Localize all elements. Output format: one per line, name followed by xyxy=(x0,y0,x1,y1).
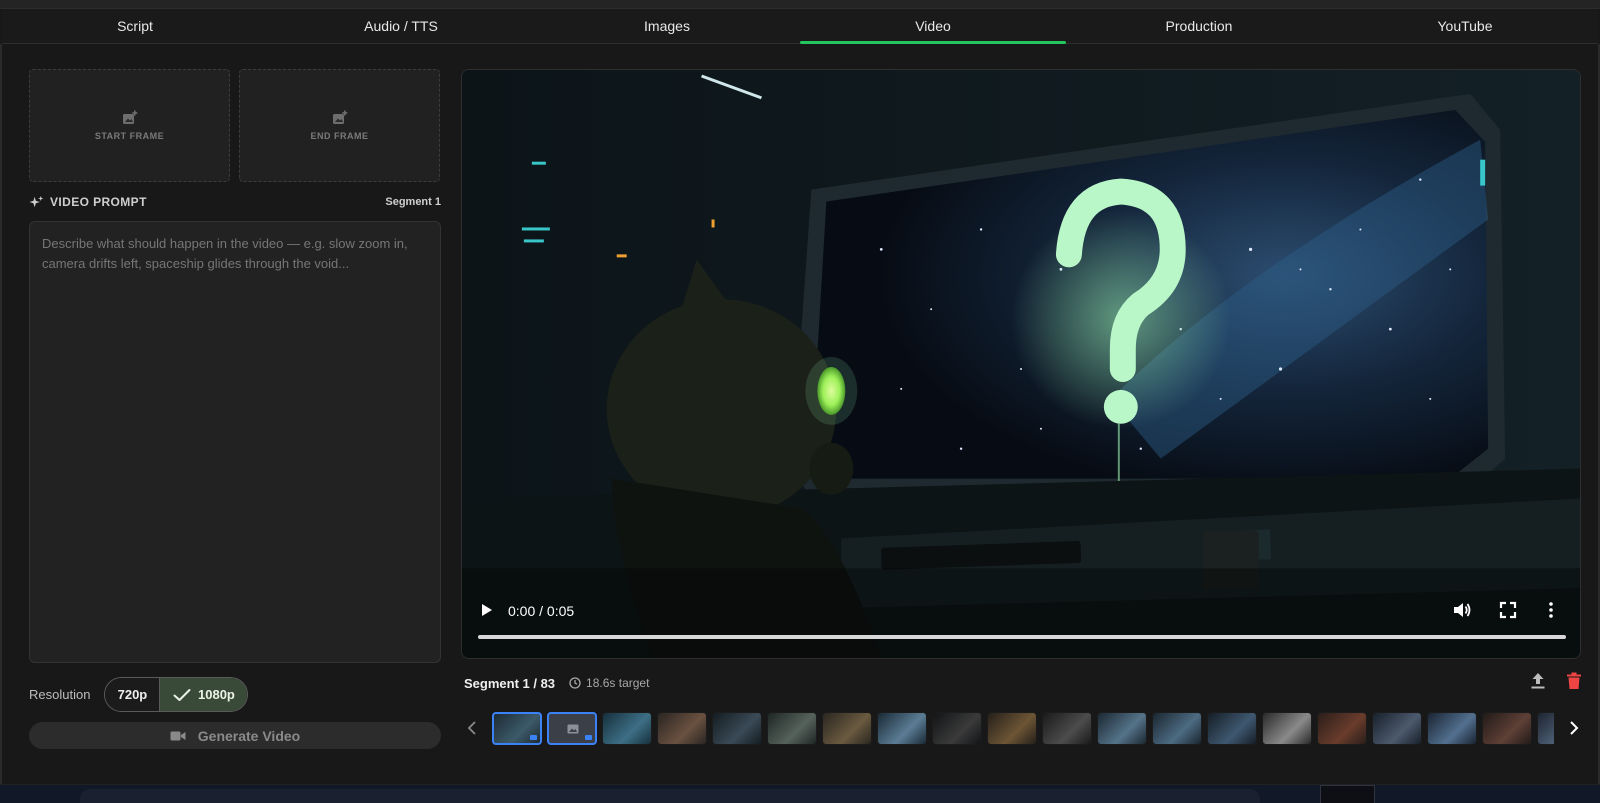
segment-actions xyxy=(1510,672,1582,690)
tab-youtube[interactable]: YouTube xyxy=(1332,9,1598,43)
check-icon xyxy=(173,688,191,701)
segment-thumbnail[interactable] xyxy=(492,712,542,745)
start-frame-dropzone[interactable]: START FRAME xyxy=(29,69,230,182)
more-vertical-icon[interactable] xyxy=(1547,601,1555,619)
add-image-icon xyxy=(332,110,347,124)
segment-target-text: 18.6s target xyxy=(586,676,650,690)
thumbnail-list xyxy=(492,711,1554,746)
start-frame-label: START FRAME xyxy=(94,131,165,141)
segment-label: Segment 1 xyxy=(385,196,441,208)
end-frame-label: END FRAME xyxy=(310,131,369,141)
video-time: 0:00 / 0:05 xyxy=(508,603,575,619)
segment-target: 18.6s target xyxy=(569,676,649,690)
video-badge-icon xyxy=(585,735,592,740)
resolution-row: Resolution 720p 1080p xyxy=(29,677,249,712)
chevron-right-icon[interactable] xyxy=(1564,719,1582,737)
play-icon[interactable] xyxy=(479,602,495,618)
video-progress-bar[interactable] xyxy=(478,635,1566,639)
app-root: Script Audio / TTS Images Video Producti… xyxy=(0,0,1600,803)
resolution-1080p-option[interactable]: 1080p xyxy=(159,678,248,711)
segment-thumbnail[interactable] xyxy=(712,712,762,745)
top-strip xyxy=(0,0,1600,9)
segment-thumbnail[interactable] xyxy=(877,712,927,745)
generate-video-button[interactable]: Generate Video xyxy=(29,722,441,749)
fullscreen-icon[interactable] xyxy=(1499,601,1517,619)
resolution-toggle: 720p 1080p xyxy=(104,677,249,712)
segment-thumbnail[interactable] xyxy=(1482,712,1532,745)
tab-bar: Script Audio / TTS Images Video Producti… xyxy=(2,9,1598,44)
upload-icon[interactable] xyxy=(1530,672,1546,690)
resolution-720p-option[interactable]: 720p xyxy=(105,678,160,711)
trash-icon[interactable] xyxy=(1566,672,1582,690)
segment-info-row: Segment 1 / 83 18.6s target xyxy=(464,672,1582,694)
segment-thumbnail[interactable] xyxy=(932,712,982,745)
volume-icon[interactable] xyxy=(1452,601,1472,619)
video-player[interactable]: 0:00 / 0:05 xyxy=(461,69,1581,659)
segment-thumbnail[interactable] xyxy=(547,712,597,745)
resolution-label: Resolution xyxy=(29,687,91,702)
segment-thumbnail[interactable] xyxy=(1042,712,1092,745)
segment-thumbnail[interactable] xyxy=(1097,712,1147,745)
clock-icon xyxy=(569,677,581,689)
video-camera-icon xyxy=(170,731,186,740)
segment-thumbnail[interactable] xyxy=(1317,712,1367,745)
segment-thumbnail[interactable] xyxy=(1537,712,1554,745)
segment-thumbnail[interactable] xyxy=(657,712,707,745)
bottom-bar-right xyxy=(1320,785,1375,803)
chevron-left-icon[interactable] xyxy=(464,719,482,737)
segment-thumbnail[interactable] xyxy=(1152,712,1202,745)
segment-thumbnail[interactable] xyxy=(1427,712,1477,745)
segment-title: Segment 1 / 83 xyxy=(464,675,556,691)
end-frame-dropzone[interactable]: END FRAME xyxy=(239,69,440,182)
segment-thumbnail[interactable] xyxy=(822,712,872,745)
video-prompt-input[interactable] xyxy=(29,221,441,663)
video-frame-image xyxy=(462,70,1580,658)
resolution-720p-label: 720p xyxy=(117,687,148,702)
segment-thumbnail[interactable] xyxy=(767,712,817,745)
segment-thumbnail[interactable] xyxy=(602,712,652,745)
add-image-icon xyxy=(122,110,137,124)
video-badge-icon xyxy=(530,735,537,740)
tab-audio-tts[interactable]: Audio / TTS xyxy=(268,9,534,43)
video-prompt-title: VIDEO PROMPT xyxy=(29,195,147,210)
segment-thumbnail[interactable] xyxy=(1207,712,1257,745)
sparkle-icon xyxy=(29,195,44,207)
tab-script[interactable]: Script xyxy=(2,9,268,43)
video-prompt-header: VIDEO PROMPT Segment 1 xyxy=(29,194,441,210)
tab-production[interactable]: Production xyxy=(1066,9,1332,43)
tab-video[interactable]: Video xyxy=(800,9,1066,44)
generate-video-label: Generate Video xyxy=(197,727,301,744)
resolution-1080p-label: 1080p xyxy=(198,687,235,702)
bottom-taskbar-strip xyxy=(0,784,1600,803)
tab-images[interactable]: Images xyxy=(534,9,800,43)
image-placeholder-icon xyxy=(567,724,579,734)
segment-thumbnail[interactable] xyxy=(987,712,1037,745)
segment-thumbnail[interactable] xyxy=(1372,712,1422,745)
segment-filmstrip xyxy=(464,711,1582,746)
left-border xyxy=(0,44,2,784)
segment-thumbnail[interactable] xyxy=(1262,712,1312,745)
video-prompt-label: VIDEO PROMPT xyxy=(50,195,147,209)
bottom-bar-left xyxy=(80,789,1260,803)
